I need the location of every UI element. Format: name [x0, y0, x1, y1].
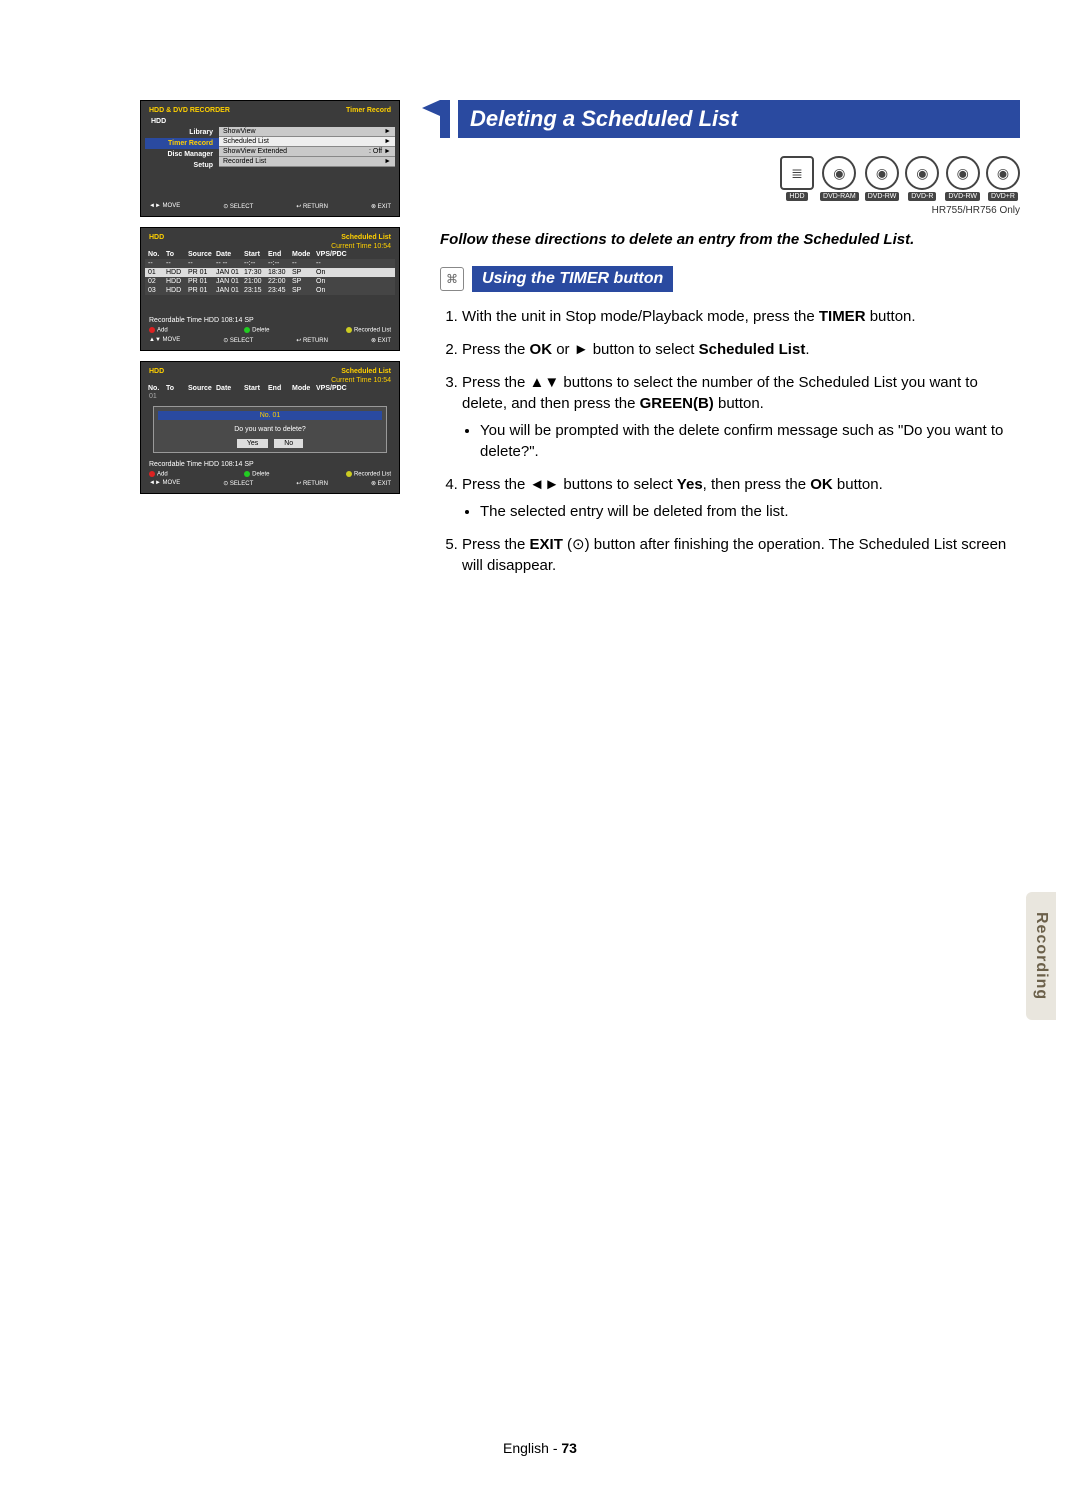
disc-label: DVD-RW	[865, 192, 900, 201]
osd-title: HDD & DVD RECORDER	[149, 107, 230, 114]
color-actions: Add Delete Recorded List	[145, 326, 395, 335]
dialog-no: No	[274, 439, 303, 448]
osd-storage: HDD	[149, 368, 164, 375]
osd-footer: ◄► MOVE ⊙ SELECT ↩ RETURN ⊗ EXIT	[145, 478, 395, 489]
model-note: HR755/HR756 Only	[440, 205, 1020, 216]
osd-storage: HDD	[149, 234, 164, 241]
instruction-steps: With the unit in Stop mode/Playback mode…	[440, 306, 1020, 576]
recordable-time: Recordable Time HDD 108:14 SP	[145, 459, 395, 470]
confirm-dialog: No. 01 Do you want to delete? Yes No	[153, 406, 387, 453]
disc-compatibility-row: ≣ HDD ◉ DVD-RAM ◉ DVD-RW ◉ DVD-R ◉ DVD-RW ◉ DVD+R	[440, 156, 1020, 201]
osd-context: Timer Record	[346, 107, 391, 114]
osd-footer: ▲▼ MOVE ⊙ SELECT ↩ RETURN ⊗ EXIT	[145, 335, 395, 346]
step-2: Press the OK or ► button to select Sched…	[462, 339, 1020, 360]
step-5: Press the EXIT (⊙) button after finishin…	[462, 534, 1020, 576]
disc-badge: ◉ DVD-RW	[865, 156, 900, 201]
dialog-target: No. 01	[158, 411, 382, 420]
table-row: 01HDDPR 01JAN 0117:3018:30SPOn	[145, 268, 395, 277]
side-item-active: Timer Record	[145, 138, 219, 149]
instruction-column: Deleting a Scheduled List ≣ HDD ◉ DVD-RAM ◉ D…	[440, 100, 1020, 1400]
disc-label: DVD-RAM	[820, 192, 859, 201]
section-heading: Deleting a Scheduled List	[440, 100, 1020, 138]
chapter-tab: Recording	[1026, 892, 1056, 1020]
hdd-icon: ≣	[780, 156, 814, 190]
color-actions: Add Delete Recorded List	[145, 470, 395, 479]
table-header: No.ToSourceDateStartEndModeVPS/PDC	[145, 384, 395, 393]
current-time: Current Time 10:54	[145, 243, 395, 250]
disc-icon: ◉	[822, 156, 856, 190]
osd-main-menu: HDD & DVD RECORDER Timer Record HDD Libr…	[140, 100, 400, 217]
table-row: -------- ----:----:------	[145, 259, 395, 268]
disc-badge: ◉ DVD-RW	[945, 156, 980, 201]
step-4-bullet: The selected entry will be deleted from …	[480, 501, 1020, 522]
disc-icon: ◉	[865, 156, 899, 190]
disc-icon: ◉	[986, 156, 1020, 190]
osd-footer: ◄► MOVE ⊙ SELECT ↩ RETURN ⊗ EXIT	[145, 201, 395, 212]
side-item: Library	[145, 127, 219, 138]
recordable-time: Recordable Time HDD 108:14 SP	[145, 315, 395, 326]
disc-icon: ◉	[946, 156, 980, 190]
menu-item-selected: Scheduled List►	[219, 137, 395, 147]
step-3-bullet: You will be prompted with the delete con…	[480, 420, 1020, 462]
menu-item: Recorded List►	[219, 157, 395, 167]
dialog-yes: Yes	[237, 439, 268, 448]
screenshot-column: HDD & DVD RECORDER Timer Record HDD Libr…	[140, 100, 400, 1400]
menu-item: ShowView Extended: Off ►	[219, 147, 395, 157]
dialog-message: Do you want to delete?	[158, 420, 382, 439]
osd-submenu: ShowView► Scheduled List► ShowView Exten…	[219, 127, 395, 171]
osd-subtitle: Scheduled List	[341, 368, 391, 375]
table-header: No.ToSourceDateStartEndModeVPS/PDC	[145, 250, 395, 259]
disc-label: DVD+R	[988, 192, 1018, 201]
disc-badge: ≣ HDD	[780, 156, 814, 201]
osd-delete-confirm: HDD Scheduled List Current Time 10:54 No…	[140, 361, 400, 495]
current-time: Current Time 10:54	[145, 377, 395, 384]
menu-item: ShowView►	[219, 127, 395, 137]
side-item: Disc Manager	[145, 149, 219, 160]
remote-icon: ⌘	[440, 267, 464, 291]
osd-scheduled-list: HDD Scheduled List Current Time 10:54 No…	[140, 227, 400, 351]
disc-label: HDD	[786, 192, 807, 201]
sub-heading: Using the TIMER button	[472, 266, 673, 292]
osd-storage: HDD	[145, 116, 395, 127]
page-footer: English - 73	[0, 1440, 1080, 1486]
disc-badge: ◉ DVD-R	[905, 156, 939, 201]
section-title-text: Deleting a Scheduled List	[458, 100, 1020, 138]
side-item: Setup	[145, 160, 219, 171]
disc-label: DVD-RW	[945, 192, 980, 201]
step-1: With the unit in Stop mode/Playback mode…	[462, 306, 1020, 327]
osd-side-nav: Library Timer Record Disc Manager Setup	[145, 127, 219, 171]
intro-text: Follow these directions to delete an ent…	[440, 231, 1020, 248]
osd-subtitle: Scheduled List	[341, 234, 391, 241]
table-row: 02HDDPR 01JAN 0121:0022:00SPOn	[145, 277, 395, 286]
step-3: Press the ▲▼ buttons to select the numbe…	[462, 372, 1020, 462]
dimmed-row: 01	[149, 393, 391, 400]
disc-badge: ◉ DVD+R	[986, 156, 1020, 201]
disc-badge: ◉ DVD-RAM	[820, 156, 859, 201]
table-row: 03HDDPR 01JAN 0123:1523:45SPOn	[145, 286, 395, 295]
disc-label: DVD-R	[908, 192, 936, 201]
disc-icon: ◉	[905, 156, 939, 190]
step-4: Press the ◄► buttons to select Yes, then…	[462, 474, 1020, 522]
